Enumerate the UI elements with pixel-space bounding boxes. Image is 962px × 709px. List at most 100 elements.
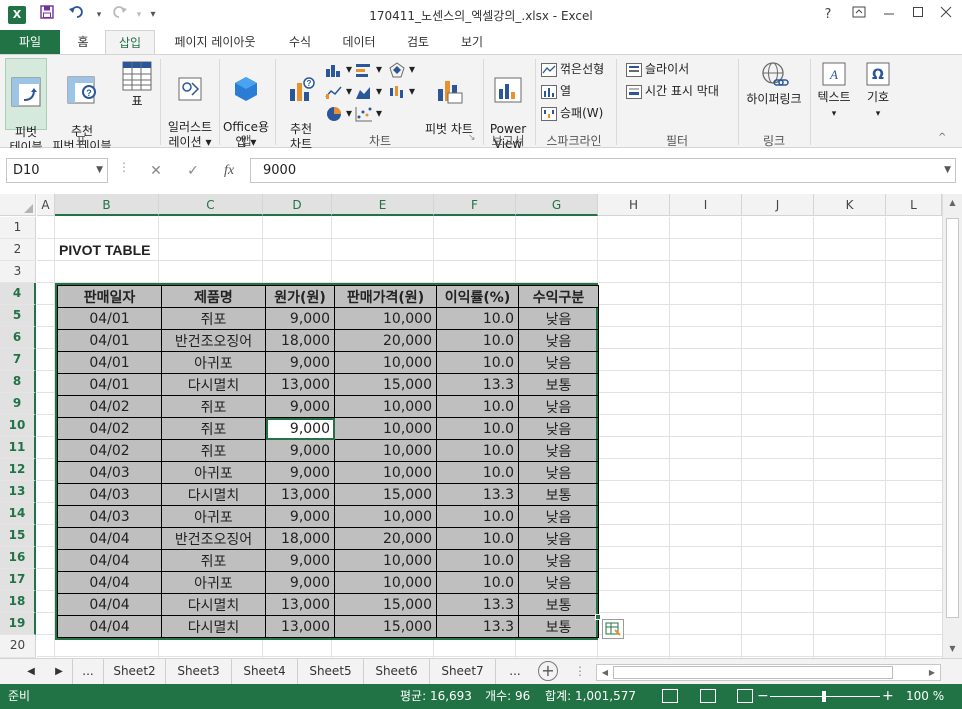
cell[interactable]: 아귀포: [161, 505, 266, 528]
cell[interactable]: 10.0: [436, 461, 519, 484]
cell[interactable]: 15,000: [334, 483, 437, 506]
column-header-b[interactable]: B: [55, 194, 159, 216]
cell[interactable]: 10.0: [436, 571, 519, 594]
row-header[interactable]: 1: [0, 217, 36, 239]
cell[interactable]: 10,000: [334, 351, 437, 374]
cell[interactable]: 04/01: [57, 307, 162, 330]
cell[interactable]: 쥐포: [161, 549, 266, 572]
cell[interactable]: 낮음: [518, 351, 599, 374]
cell[interactable]: 10.0: [436, 527, 519, 550]
table-button[interactable]: 표: [118, 60, 156, 130]
cell[interactable]: 다시멸치: [161, 373, 266, 396]
column-header-l[interactable]: L: [886, 194, 942, 216]
header-cell[interactable]: 이익률(%): [436, 285, 519, 308]
data-table[interactable]: 판매일자 제품명 원가(원) 판매가격(원) 이익률(%) 수익구분 04/01…: [55, 283, 599, 640]
ribbon-display-icon[interactable]: [846, 4, 872, 26]
cell[interactable]: 낮음: [518, 329, 599, 352]
column-chart-button[interactable]: ▾: [325, 59, 352, 79]
cell[interactable]: 04/04: [57, 549, 162, 572]
vertical-scrollbar[interactable]: ▲ ▼: [942, 194, 962, 658]
cell[interactable]: 10,000: [334, 571, 437, 594]
cell[interactable]: 20,000: [334, 329, 437, 352]
cancel-entry-icon[interactable]: ✕: [145, 161, 167, 181]
row-header[interactable]: 17: [0, 569, 36, 591]
cell[interactable]: 아귀포: [161, 351, 266, 374]
cell[interactable]: 쥐포: [161, 417, 266, 440]
header-cell[interactable]: 원가(원): [265, 285, 335, 308]
cell[interactable]: 낮음: [518, 549, 599, 572]
tab-view[interactable]: 보기: [450, 30, 494, 54]
new-sheet-button[interactable]: +: [538, 661, 558, 681]
hierarchy-chart-button[interactable]: ▾: [388, 59, 415, 79]
select-all-button[interactable]: [0, 194, 36, 216]
column-header-a[interactable]: A: [37, 194, 55, 216]
cell[interactable]: 낮음: [518, 527, 599, 550]
pie-chart-button[interactable]: ▾: [325, 103, 352, 123]
cell[interactable]: 반건조오징어: [161, 329, 266, 352]
cell[interactable]: 04/04: [57, 571, 162, 594]
cell[interactable]: 쥐포: [161, 307, 266, 330]
cell[interactable]: 10.0: [436, 329, 519, 352]
column-header-d[interactable]: D: [263, 194, 332, 216]
cell[interactable]: 15,000: [334, 593, 437, 616]
cell[interactable]: 13,000: [265, 483, 335, 506]
horizontal-scrollbar[interactable]: ◀ ▶: [596, 664, 941, 681]
zoom-in-icon[interactable]: +: [882, 684, 894, 709]
bar-chart-button[interactable]: ▾: [355, 59, 382, 79]
save-icon[interactable]: [36, 5, 58, 25]
cell[interactable]: 9,000: [265, 307, 335, 330]
sheet-title[interactable]: PIVOT TABLE: [59, 239, 151, 261]
header-cell[interactable]: 수익구분: [518, 285, 599, 308]
row-header[interactable]: 16: [0, 547, 36, 569]
scatter-chart-button[interactable]: ▾: [355, 103, 382, 123]
cell[interactable]: 낮음: [518, 439, 599, 462]
cell[interactable]: 10,000: [334, 439, 437, 462]
sheet-tab-sheet3[interactable]: Sheet3: [166, 659, 232, 684]
name-box[interactable]: D10 ▼: [6, 158, 108, 183]
scroll-right-icon[interactable]: ▶: [924, 665, 940, 680]
row-header[interactable]: 18: [0, 591, 36, 613]
sheet-tab-sheet4[interactable]: Sheet4: [232, 659, 298, 684]
cell[interactable]: 다시멸치: [161, 615, 266, 638]
fill-handle[interactable]: [595, 614, 601, 620]
zoom-slider-thumb[interactable]: [822, 691, 826, 702]
cell[interactable]: 04/04: [57, 593, 162, 616]
sheet-tab-sheet5[interactable]: Sheet5: [298, 659, 364, 684]
formula-input[interactable]: 9000 ▼: [250, 158, 956, 183]
row-header[interactable]: 13: [0, 481, 36, 503]
cell[interactable]: 10.0: [436, 549, 519, 572]
zoom-out-icon[interactable]: −: [757, 684, 769, 709]
row-header[interactable]: 9: [0, 393, 36, 415]
cell[interactable]: 15,000: [334, 615, 437, 638]
sparkline-column-button[interactable]: 열: [541, 81, 571, 101]
header-cell[interactable]: 판매일자: [57, 285, 162, 308]
cell[interactable]: 다시멸치: [161, 593, 266, 616]
cell[interactable]: 9,000: [265, 351, 335, 374]
cell[interactable]: 보통: [518, 593, 599, 616]
row-header[interactable]: 20: [0, 635, 36, 658]
cell[interactable]: 아귀포: [161, 571, 266, 594]
cell[interactable]: 10.0: [436, 417, 519, 440]
formula-expand-icon[interactable]: ▼: [944, 159, 951, 182]
tab-insert[interactable]: 삽입: [105, 30, 155, 55]
vertical-scroll-thumb[interactable]: [946, 218, 959, 618]
scroll-up-icon[interactable]: ▲: [943, 194, 962, 212]
tab-data[interactable]: 데이터: [334, 30, 384, 54]
area-chart-button[interactable]: ▾: [355, 81, 382, 101]
collapse-ribbon-icon[interactable]: ^: [938, 128, 946, 148]
undo-dropdown-icon[interactable]: ▾: [88, 5, 110, 25]
cell[interactable]: 낮음: [518, 417, 599, 440]
cell[interactable]: 10,000: [334, 461, 437, 484]
column-header-j[interactable]: J: [742, 194, 814, 216]
cell[interactable]: 10,000: [334, 395, 437, 418]
hyperlink-button[interactable]: 하이퍼링크: [742, 60, 806, 130]
row-header[interactable]: 15: [0, 525, 36, 547]
cell[interactable]: 10.0: [436, 505, 519, 528]
cell[interactable]: 13.3: [436, 373, 519, 396]
cell[interactable]: 13.3: [436, 593, 519, 616]
redo-icon[interactable]: [108, 5, 130, 25]
row-header[interactable]: 19: [0, 613, 36, 635]
cell[interactable]: 10.0: [436, 351, 519, 374]
cell[interactable]: 18,000: [265, 527, 335, 550]
row-header[interactable]: 4: [0, 283, 36, 305]
